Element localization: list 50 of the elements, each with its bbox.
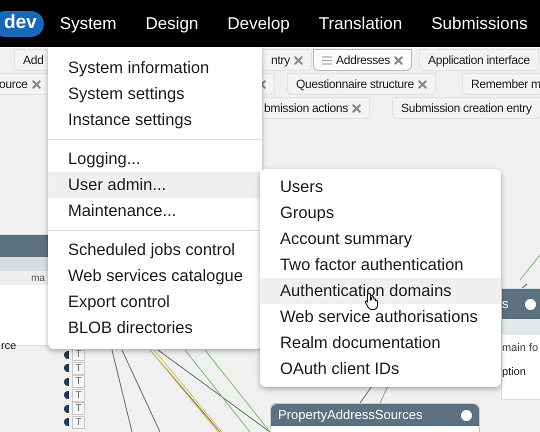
type-marker: T	[72, 375, 85, 388]
close-icon[interactable]	[32, 80, 41, 88]
node-toolbar	[0, 257, 49, 271]
close-icon[interactable]	[352, 104, 361, 112]
node-caption: ma	[31, 272, 45, 285]
menu-item[interactable]: System information	[48, 55, 262, 81]
menu-item[interactable]: Users	[260, 174, 501, 200]
menu-item[interactable]: Web service authorisations	[260, 304, 501, 330]
node-title: s	[502, 295, 508, 314]
menu-item[interactable]: Authentication domains	[260, 278, 501, 304]
drag-handle-icon	[322, 56, 332, 64]
node-header	[0, 235, 49, 257]
node-title: PropertyAddressSources	[278, 406, 423, 424]
connector-line	[360, 386, 372, 404]
tab[interactable]: Addresses	[313, 49, 412, 71]
menu-item[interactable]: Account summary	[260, 226, 501, 252]
type-marker: T	[72, 362, 85, 375]
type-marker: T	[72, 388, 85, 402]
nav-menu[interactable]: Design	[145, 10, 198, 36]
field-label: rce	[1, 340, 16, 352]
nav-menu[interactable]: Develop	[227, 10, 290, 36]
nav-menu[interactable]: Translation	[318, 10, 402, 36]
menu-item[interactable]: Realm documentation	[260, 330, 501, 356]
connector-line	[520, 254, 540, 280]
close-icon[interactable]	[418, 80, 427, 88]
menu-item[interactable]: Groups	[260, 200, 501, 226]
type-marker: T	[72, 348, 85, 362]
menu-item[interactable]: Logging...	[48, 146, 262, 172]
nav-menu[interactable]: System	[60, 10, 116, 36]
menu-item[interactable]: User admin...	[48, 172, 262, 198]
tab[interactable]: Questionnaire structure	[287, 73, 436, 95]
table-node[interactable]: PropertyAddressSources	[270, 403, 480, 432]
menu-item[interactable]: Two factor authentication	[260, 252, 501, 278]
tab[interactable]: Remember m	[462, 73, 540, 95]
menu-item[interactable]: System settings	[48, 81, 262, 107]
type-marker: T	[72, 402, 85, 416]
nav-menu[interactable]: Submissions	[431, 10, 528, 36]
tab[interactable]: Submission creation entry	[392, 97, 540, 119]
type-marker: T	[72, 416, 85, 429]
logo[interactable]: dev	[0, 10, 44, 36]
menu-item[interactable]: OAuth client IDs	[260, 356, 501, 382]
connector-line	[380, 386, 388, 404]
menu-item[interactable]: Instance settings	[48, 107, 262, 133]
close-icon[interactable]	[394, 56, 403, 64]
tab[interactable]: Application interface	[419, 49, 539, 71]
table-node[interactable]: s main fo ption	[501, 288, 540, 400]
field-label: ption	[502, 366, 526, 378]
node-caption: main fo	[502, 342, 538, 354]
node-toolbar	[502, 319, 540, 335]
close-icon[interactable]	[294, 56, 303, 64]
